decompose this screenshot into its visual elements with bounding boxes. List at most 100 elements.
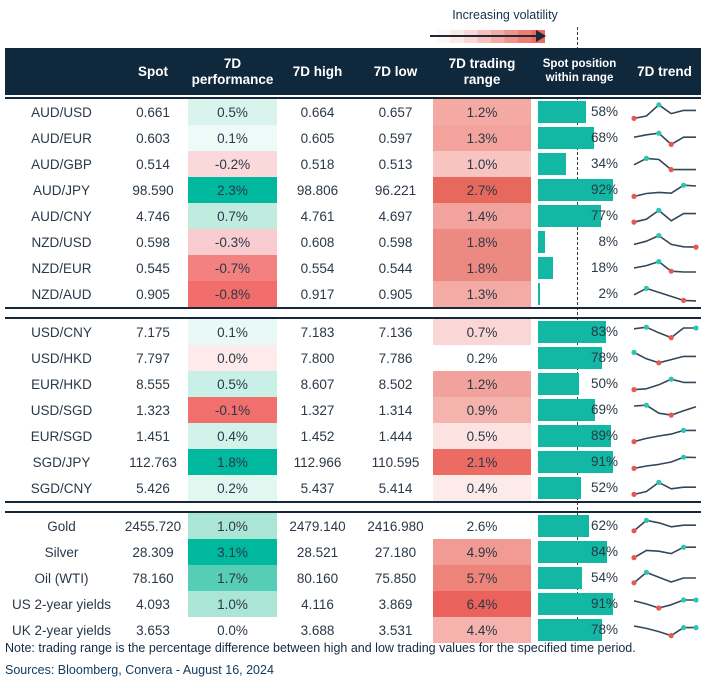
trend-sparkline-cell (628, 151, 701, 177)
trend-sparkline-cell (628, 539, 701, 565)
spark-low-dot (630, 387, 637, 393)
spark-low-dot (668, 412, 674, 418)
position-percent: 89% (590, 428, 618, 443)
low-value: 0.598 (378, 234, 413, 250)
trend-sparkline-cell (628, 125, 701, 151)
spot-position-cell: 78% (531, 345, 628, 371)
header-spot-position: Spot position within range (542, 58, 617, 84)
sparkline-chart (633, 597, 699, 611)
performance-cell: -0.1% (188, 397, 277, 423)
section-separator (5, 307, 701, 319)
position-percent: 91% (590, 454, 618, 469)
spark-low-dot (630, 491, 637, 497)
spot-position-cell: 18% (531, 255, 628, 281)
performance-cell: 1.0% (188, 513, 277, 539)
trend-sparkline-cell (628, 475, 701, 501)
spark-low-dot (655, 360, 661, 366)
sparkline-chart (630, 569, 696, 586)
table-row: AUD/USD 0.661 0.5% 0.664 0.657 1.2% 58% (5, 99, 701, 125)
trading-range-cell: 0.9% (433, 397, 531, 423)
position-percent: 92% (590, 182, 618, 197)
spark-high-dot (680, 625, 686, 631)
legend-label: Increasing volatility (452, 8, 558, 22)
spark-high-dot (692, 325, 699, 331)
performance-cell: 1.0% (188, 591, 277, 617)
instrument-label: NZD/EUR (31, 260, 92, 276)
spark-high-dot (643, 402, 649, 408)
footnote: Note: trading range is the percentage di… (5, 641, 636, 655)
instrument-label: Oil (WTI) (34, 570, 89, 586)
position-percent: 34% (590, 156, 618, 171)
low-value: 75.850 (374, 570, 417, 586)
low-value: 7.786 (378, 350, 413, 366)
position-bar (538, 373, 579, 395)
high-value: 0.518 (300, 156, 335, 172)
performance-cell: -0.7% (188, 255, 277, 281)
performance-cell: -0.2% (188, 151, 277, 177)
high-value: 0.608 (300, 234, 335, 250)
sparkline-chart (630, 479, 696, 497)
spot-value: 8.555 (136, 376, 170, 392)
spark-high-dot (643, 517, 649, 523)
spark-low-dot (668, 633, 674, 639)
spot-value: 0.905 (136, 286, 170, 302)
low-value: 8.502 (378, 376, 413, 392)
high-value: 28.521 (296, 544, 339, 560)
position-bar (538, 567, 583, 589)
high-value: 1.452 (300, 428, 335, 444)
trading-range-cell: 2.7% (433, 177, 531, 203)
spark-high-dot (643, 569, 649, 575)
table-row: USD/SGD 1.323 -0.1% 1.327 1.314 0.9% 69% (5, 397, 701, 423)
spark-low-dot (630, 528, 637, 534)
sparkline-chart (630, 349, 696, 366)
sparkline-chart (633, 155, 696, 173)
position-bar (538, 127, 594, 149)
spot-value: 112.763 (129, 454, 177, 470)
spot-position-cell: 50% (531, 371, 628, 397)
spark-high-dot (643, 155, 649, 161)
low-value: 3.869 (378, 596, 413, 612)
position-percent: 52% (590, 480, 618, 495)
spot-value: 98.590 (132, 182, 174, 198)
sparkline-chart (630, 544, 696, 561)
spark-high-dot (643, 324, 649, 330)
table-row: NZD/EUR 0.545 -0.7% 0.554 0.544 1.8% 18% (5, 255, 701, 281)
instrument-label: UK 2-year yields (11, 622, 112, 638)
table-row: SGD/JPY 112.763 1.8% 112.966 110.595 2.1… (5, 449, 701, 475)
header-7d-high: 7D high (292, 63, 343, 79)
instrument-label: SGD/CNY (30, 480, 93, 496)
spark-high-dot (680, 427, 686, 433)
spot-position-cell: 52% (531, 475, 628, 501)
performance-cell: 0.5% (188, 371, 277, 397)
trend-sparkline-cell (628, 513, 701, 539)
trend-sparkline-cell (628, 565, 701, 591)
low-value: 7.136 (378, 324, 413, 340)
position-bar (538, 231, 545, 253)
spot-position-cell: 91% (531, 591, 628, 617)
spark-high-dot (692, 625, 699, 631)
position-bar (538, 101, 586, 123)
spot-value: 0.661 (136, 104, 170, 120)
high-value: 4.761 (300, 208, 335, 224)
high-value: 3.688 (300, 622, 335, 638)
performance-cell: 3.1% (188, 539, 277, 565)
spark-high-dot (630, 349, 637, 355)
table-body: AUD/USD 0.661 0.5% 0.664 0.657 1.2% 58% … (5, 97, 701, 643)
sources-line: Sources: Bloomberg, Convera - August 16,… (5, 663, 274, 677)
spot-value: 2455.720 (124, 518, 182, 534)
table-section: Gold 2455.720 1.0% 2479.140 2416.980 2.6… (5, 513, 701, 643)
spot-position-cell: 58% (531, 99, 628, 125)
spark-low-dot (630, 193, 637, 199)
performance-cell: 0.5% (188, 99, 277, 125)
spot-value: 1.451 (136, 428, 170, 444)
table-row: AUD/CNY 4.746 0.7% 4.761 4.697 1.4% 77% (5, 203, 701, 229)
sparkline-chart (630, 376, 696, 393)
performance-cell: -0.3% (188, 229, 277, 255)
trading-range-cell: 1.2% (433, 371, 531, 397)
trading-range-cell: 1.8% (433, 255, 531, 281)
performance-cell: 0.2% (188, 475, 277, 501)
sparkline-chart (633, 625, 699, 639)
low-value: 0.657 (378, 104, 413, 120)
high-value: 7.183 (300, 324, 335, 340)
position-percent: 58% (590, 104, 618, 119)
